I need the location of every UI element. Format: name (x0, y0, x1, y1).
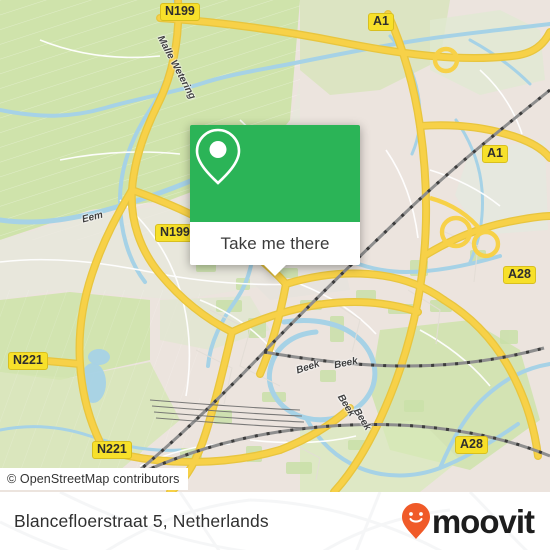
location-pin-icon (195, 128, 241, 185)
map-attribution[interactable]: © OpenStreetMap contributors (0, 468, 188, 490)
footer-bar: Blancefloerstraat 5, Netherlands moovit (0, 492, 550, 550)
map-canvas[interactable]: N199 A1 A1 N199 A28 N221 N221 A28 Malle … (0, 0, 550, 492)
road-shield: A1 (482, 145, 508, 164)
road-shield: N199 (160, 3, 200, 22)
popup-pointer (264, 265, 286, 276)
popup-footer[interactable]: Take me there (190, 222, 360, 276)
address-label: Blancefloerstraat 5, Netherlands (14, 510, 269, 531)
map-screenshot: N199 A1 A1 N199 A28 N221 N221 A28 Malle … (0, 0, 550, 550)
road-shield: A28 (455, 436, 488, 455)
take-me-there-label: Take me there (220, 233, 330, 253)
road-shield: N199 (155, 224, 195, 243)
road-shield: N221 (92, 441, 132, 460)
road-shield: N221 (8, 352, 48, 371)
moovit-smiley-pin-icon (401, 503, 430, 539)
popup-header (190, 125, 360, 222)
moovit-wordmark: moovit (431, 502, 535, 540)
road-shield: A1 (368, 13, 394, 32)
road-shield: A28 (503, 266, 536, 285)
moovit-logo[interactable]: moovit (401, 492, 535, 550)
destination-popup[interactable]: Take me there (190, 125, 360, 276)
